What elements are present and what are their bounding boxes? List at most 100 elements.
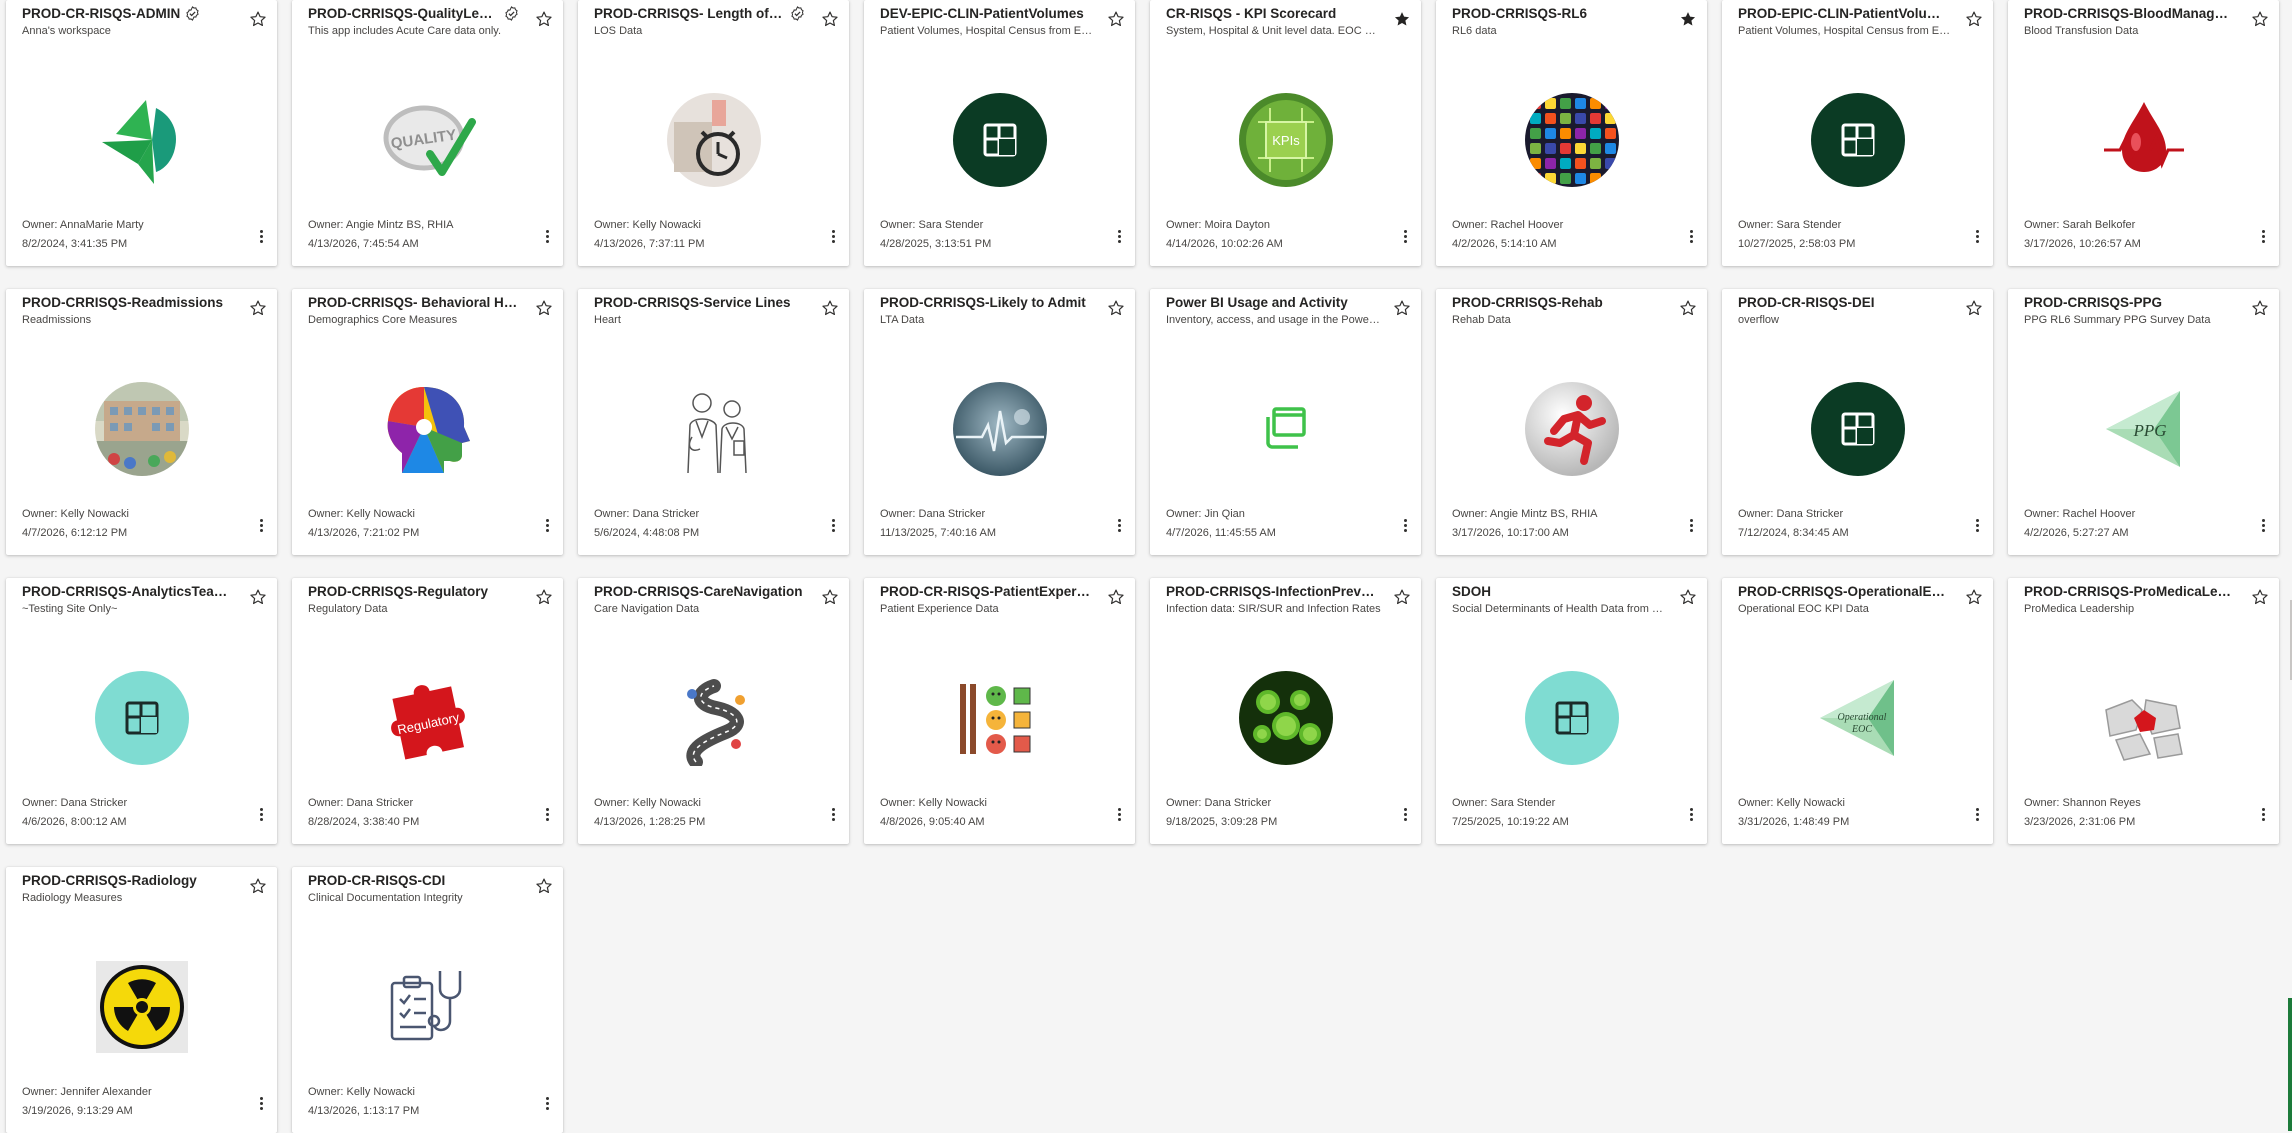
app-card[interactable]: PROD-CRRISQS-RL6 RL6 data Owner: Rachel … [1436, 0, 1707, 266]
app-default-dark-icon[interactable] [1810, 92, 1906, 188]
ppg-triangle-icon[interactable]: PPG [2096, 381, 2192, 477]
more-options-icon[interactable] [1399, 515, 1411, 535]
puzzle-gear-icon[interactable] [2096, 670, 2192, 766]
favorite-star-icon[interactable] [1107, 299, 1125, 317]
app-card[interactable]: PROD-CRRISQS- Length of Stay LOS Data Ow… [578, 0, 849, 266]
app-title[interactable]: PROD-CRRISQS- Behavioral Health [308, 295, 519, 310]
app-title[interactable]: PROD-CRRISQS-CareNavigation [594, 584, 803, 599]
app-title-row[interactable]: PROD-CR-RISQS-ADMIN [22, 6, 233, 21]
more-options-icon[interactable] [1685, 515, 1697, 535]
app-default-dark-icon[interactable] [952, 92, 1048, 188]
app-title[interactable]: PROD-CRRISQS-BloodManagement [2024, 6, 2235, 21]
app-title[interactable]: PROD-CRRISQS-OperationalEOC [1738, 584, 1949, 599]
app-card[interactable]: PROD-CRRISQS-Radiology Radiology Measure… [6, 867, 277, 1133]
app-default-teal-icon[interactable] [1524, 670, 1620, 766]
more-options-icon[interactable] [2257, 804, 2269, 824]
hospital-building-icon[interactable] [94, 381, 190, 477]
favorite-star-icon[interactable] [535, 588, 553, 606]
app-title-row[interactable]: PROD-CRRISQS-AnalyticsTeamOnly [22, 584, 233, 599]
favorite-star-icon[interactable] [2251, 299, 2269, 317]
favorite-star-icon[interactable] [2251, 588, 2269, 606]
app-card[interactable]: PROD-CRRISQS-InfectionPrevention Infecti… [1150, 578, 1421, 844]
favorite-star-icon[interactable] [1965, 588, 1983, 606]
app-title-row[interactable]: PROD-CRRISQS-RL6 [1452, 6, 1663, 21]
app-title-row[interactable]: Power BI Usage and Activity [1166, 295, 1377, 310]
app-card[interactable]: PROD-CRRISQS- Behavioral Health Demograp… [292, 289, 563, 555]
app-title[interactable]: PROD-CRRISQS-Rehab [1452, 295, 1603, 310]
favorite-star-icon[interactable] [249, 10, 267, 28]
more-options-icon[interactable] [541, 226, 553, 246]
app-title[interactable]: PROD-CRRISQS-Radiology [22, 873, 197, 888]
favorite-star-filled-icon[interactable] [1679, 10, 1697, 28]
more-options-icon[interactable] [541, 515, 553, 535]
app-card[interactable]: PROD-CRRISQS-BloodManagement Blood Trans… [2008, 0, 2279, 266]
app-card[interactable]: PROD-CRRISQS-CareNavigation Care Navigat… [578, 578, 849, 844]
app-card[interactable]: PROD-EPIC-CLIN-PatientVolumes Patient Vo… [1722, 0, 1993, 266]
app-title[interactable]: PROD-CRRISQS-PPG [2024, 295, 2162, 310]
app-title-row[interactable]: PROD-CRRISQS-OperationalEOC [1738, 584, 1949, 599]
more-options-icon[interactable] [1685, 804, 1697, 824]
app-title[interactable]: PROD-CRRISQS- Length of Stay [594, 6, 785, 21]
more-options-icon[interactable] [1685, 226, 1697, 246]
app-title[interactable]: PROD-CRRISQS-Likely to Admit [880, 295, 1086, 310]
app-title-row[interactable]: PROD-CRRISQS-InfectionPrevention [1166, 584, 1377, 599]
more-options-icon[interactable] [827, 515, 839, 535]
favorite-star-icon[interactable] [1679, 299, 1697, 317]
app-title[interactable]: PROD-CR-RISQS-CDI [308, 873, 445, 888]
more-options-icon[interactable] [255, 804, 267, 824]
blood-drop-icon[interactable] [2096, 92, 2192, 188]
kpi-chip-icon[interactable]: KPIs [1238, 92, 1334, 188]
app-title[interactable]: PROD-CRRISQS-Regulatory [308, 584, 488, 599]
favorite-star-icon[interactable] [249, 588, 267, 606]
favorite-star-icon[interactable] [249, 877, 267, 895]
app-title[interactable]: PROD-CRRISQS-InfectionPrevention [1166, 584, 1377, 599]
favorite-star-filled-icon[interactable] [1393, 10, 1411, 28]
favorite-star-icon[interactable] [1107, 10, 1125, 28]
more-options-icon[interactable] [1113, 515, 1125, 535]
more-options-icon[interactable] [827, 804, 839, 824]
app-title[interactable]: PROD-CRRISQS-AnalyticsTeamOnly [22, 584, 233, 599]
operational-eoc-triangle-icon[interactable]: Operational EOC [1810, 670, 1906, 766]
app-title-row[interactable]: PROD-CRRISQS-Likely to Admit [880, 295, 1091, 310]
more-options-icon[interactable] [255, 226, 267, 246]
favorite-star-icon[interactable] [1393, 588, 1411, 606]
alarm-clock-photo-icon[interactable] [666, 92, 762, 188]
more-options-icon[interactable] [541, 804, 553, 824]
app-card[interactable]: PROD-CR-RISQS-CDI Clinical Documentation… [292, 867, 563, 1133]
green-arrow-logo-icon[interactable] [94, 92, 190, 188]
app-title[interactable]: CR-RISQS - KPI Scorecard [1166, 6, 1336, 21]
regulatory-puzzle-icon[interactable]: Regulatory [380, 670, 476, 766]
more-options-icon[interactable] [255, 515, 267, 535]
favorite-star-icon[interactable] [821, 10, 839, 28]
app-title[interactable]: PROD-CRRISQS-Readmissions [22, 295, 223, 310]
more-options-icon[interactable] [541, 1093, 553, 1113]
favorite-star-icon[interactable] [1107, 588, 1125, 606]
app-card[interactable]: PROD-CR-RISQS-ADMIN Anna's workspace Own… [6, 0, 277, 266]
app-title[interactable]: DEV-EPIC-CLIN-PatientVolumes [880, 6, 1084, 21]
more-options-icon[interactable] [1113, 226, 1125, 246]
app-title[interactable]: PROD-CR-RISQS-DEI [1738, 295, 1875, 310]
app-title-row[interactable]: PROD-CRRISQS- Behavioral Health [308, 295, 519, 310]
app-default-teal-icon[interactable] [94, 670, 190, 766]
app-title-row[interactable]: PROD-CR-RISQS-CDI [308, 873, 519, 888]
app-title-row[interactable]: PROD-CR-RISQS-DEI [1738, 295, 1949, 310]
favorite-star-icon[interactable] [535, 877, 553, 895]
stacked-windows-icon[interactable] [1238, 381, 1334, 477]
app-card[interactable]: PROD-CRRISQS-ProMedicaLeadership ProMedi… [2008, 578, 2279, 844]
app-title-row[interactable]: PROD-CRRISQS-ProMedicaLeadership [2024, 584, 2235, 599]
app-title-row[interactable]: SDOH [1452, 584, 1663, 599]
app-title[interactable]: PROD-CRRISQS-Service Lines [594, 295, 791, 310]
favorite-star-icon[interactable] [2251, 10, 2269, 28]
app-title-row[interactable]: PROD-CRRISQS-Service Lines [594, 295, 805, 310]
app-title[interactable]: Power BI Usage and Activity [1166, 295, 1348, 310]
app-title-row[interactable]: PROD-EPIC-CLIN-PatientVolumes [1738, 6, 1949, 21]
app-card[interactable]: PROD-CRRISQS-Regulatory Regulatory Data … [292, 578, 563, 844]
more-options-icon[interactable] [1113, 804, 1125, 824]
app-card[interactable]: PROD-CRRISQS-OperationalEOC Operational … [1722, 578, 1993, 844]
more-options-icon[interactable] [1399, 804, 1411, 824]
app-title-row[interactable]: PROD-CRRISQS-QualityLeads [308, 6, 519, 21]
favorite-star-icon[interactable] [535, 299, 553, 317]
app-title[interactable]: PROD-CR-RISQS-ADMIN [22, 6, 180, 21]
app-title-row[interactable]: PROD-CRRISQS-Radiology [22, 873, 233, 888]
app-title-row[interactable]: PROD-CR-RISQS-PatientExperience [880, 584, 1091, 599]
